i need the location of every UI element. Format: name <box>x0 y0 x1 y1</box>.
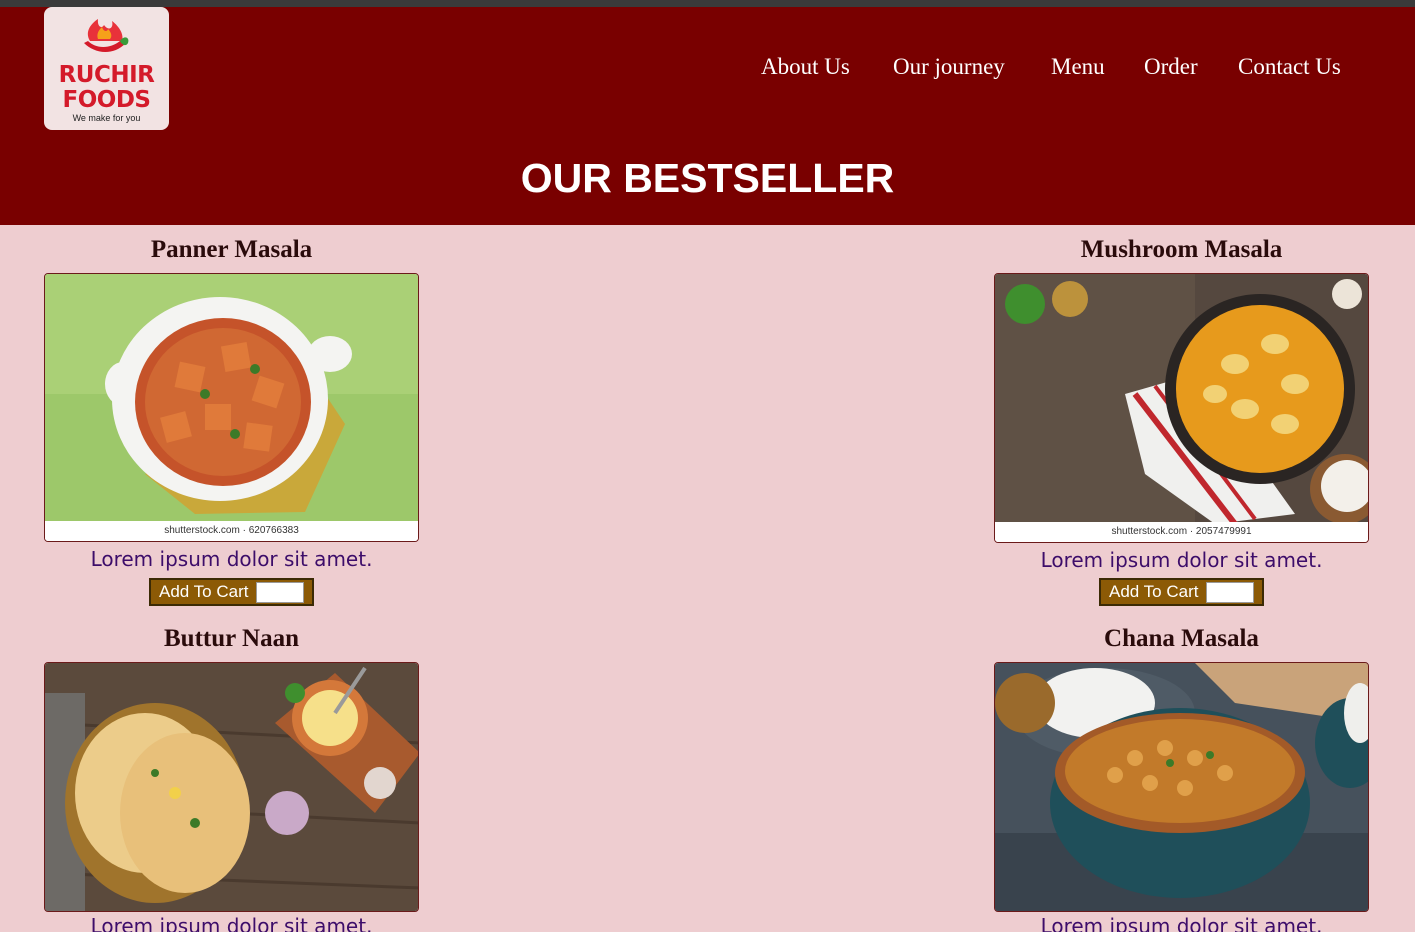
chili-flame-icon <box>84 19 129 53</box>
quantity-input[interactable] <box>256 582 304 603</box>
add-to-cart-button[interactable]: Add To Cart <box>1109 582 1198 602</box>
product-name: Chana Masala <box>1104 625 1259 652</box>
butter-naan-photo <box>45 663 418 911</box>
image-credit: shutterstock.com · 620766383 <box>45 521 418 541</box>
site-header: RUCHIR FOODS We make for you About Us Ou… <box>0 7 1415 225</box>
brand-line1: RUCHIR <box>58 62 155 88</box>
nav-our-journey[interactable]: Our journey <box>893 54 1005 80</box>
nav-contact-us[interactable]: Contact Us <box>1238 54 1341 80</box>
nav-about-us[interactable]: About Us <box>761 54 850 80</box>
product-image-chana-masala[interactable] <box>994 662 1369 912</box>
product-description: Lorem ipsum dolor sit amet. <box>90 914 373 932</box>
paneer-masala-photo <box>45 274 418 523</box>
window-top-border <box>0 0 1415 7</box>
product-name: Panner Masala <box>150 236 313 263</box>
product-image-buttur-naan[interactable] <box>44 662 419 912</box>
brand-line2: FOODS <box>62 87 151 113</box>
chana-masala-photo <box>995 663 1368 911</box>
brand-tagline: We make for you <box>72 113 141 123</box>
nav-order[interactable]: Order <box>1144 54 1198 80</box>
add-to-cart-control: Add To Cart <box>1099 578 1264 606</box>
product-description: Lorem ipsum dolor sit amet. <box>1040 548 1323 572</box>
page-title: OUR BESTSELLER <box>520 155 895 201</box>
product-name: Buttur Naan <box>164 625 299 652</box>
quantity-input[interactable] <box>1206 582 1254 603</box>
product-description: Lorem ipsum dolor sit amet. <box>90 547 373 571</box>
brand-logo[interactable]: RUCHIR FOODS We make for you <box>44 7 169 130</box>
product-image-mushroom-masala[interactable]: shutterstock.com · 2057479991 <box>994 273 1369 543</box>
product-image-panner-masala[interactable]: shutterstock.com · 620766383 <box>44 273 419 542</box>
product-description: Lorem ipsum dolor sit amet. <box>1040 914 1323 932</box>
add-to-cart-button[interactable]: Add To Cart <box>159 582 248 602</box>
image-credit: shutterstock.com · 2057479991 <box>995 522 1368 542</box>
add-to-cart-control: Add To Cart <box>149 578 314 606</box>
product-name: Mushroom Masala <box>1080 236 1283 263</box>
mushroom-masala-photo <box>995 274 1368 524</box>
nav-menu[interactable]: Menu <box>1051 54 1105 80</box>
